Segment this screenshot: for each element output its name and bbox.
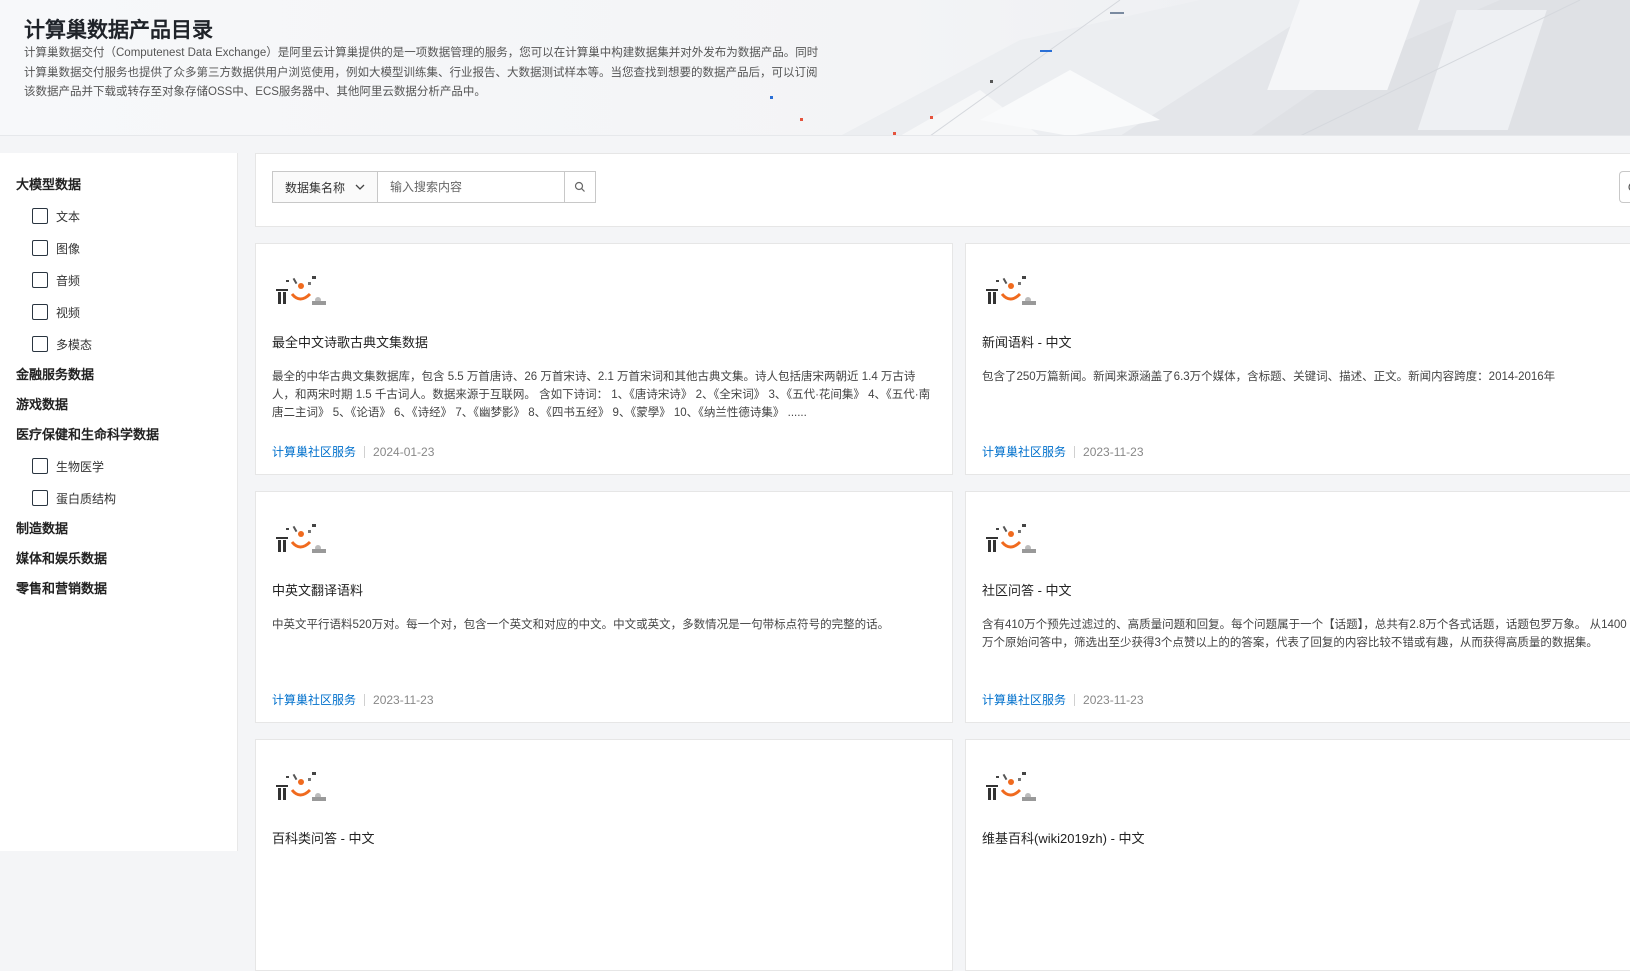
- dataset-card[interactable]: 新闻语料 - 中文 包含了250万篇新闻。新闻来源涵盖了6.3万个媒体，含标题、…: [965, 243, 1630, 475]
- card-description: 中英文平行语料520万对。每一个对，包含一个英文和对应的中文。中文或英文，多数情…: [272, 619, 890, 631]
- search-button[interactable]: [564, 171, 596, 203]
- dataset-card[interactable]: 社区问答 - 中文 含有410万个预先过滤过的、高质量问题和回复。每个问题属于一…: [965, 491, 1630, 723]
- publish-date: 2023-11-23: [1083, 444, 1144, 459]
- dataset-card[interactable]: 最全中文诗歌古典文集数据 最全的中华古典文集数据库，包含 5.5 万首唐诗、26…: [255, 243, 953, 475]
- card-meta: 计算巢社区服务 2024-01-23: [272, 443, 434, 460]
- provider-link[interactable]: 计算巢社区服务: [982, 691, 1066, 708]
- category-game-data[interactable]: 游戏数据: [0, 390, 237, 420]
- dataset-card[interactable]: 百科类问答 - 中文: [255, 739, 953, 971]
- dataset-card[interactable]: 中英文翻译语料 中英文平行语料520万对。每一个对，包含一个英文和对应的中文。中…: [255, 491, 953, 723]
- search-input[interactable]: [378, 171, 565, 203]
- card-description: 含有410万个预先过滤过的、高质量问题和回复。每个问题属于一个【话题】，总共有2…: [982, 619, 1627, 649]
- category-media-data[interactable]: 媒体和娱乐数据: [0, 544, 237, 574]
- dataset-logo-icon: [276, 276, 326, 305]
- card-description: 最全的中华古典文集数据库，包含 5.5 万首唐诗、26 万首宋诗、2.1 万首宋…: [272, 371, 931, 419]
- card-title[interactable]: 社区问答 - 中文: [982, 580, 1072, 599]
- category-manufacturing-data[interactable]: 制造数据: [0, 514, 237, 544]
- search-field-selected: 数据集名称: [285, 180, 346, 195]
- refresh-button[interactable]: [1619, 171, 1630, 203]
- dataset-logo-icon: [276, 524, 326, 553]
- filter-audio[interactable]: 音频: [0, 264, 237, 296]
- search-panel: 数据集名称: [255, 153, 1630, 227]
- card-title[interactable]: 维基百科(wiki2019zh) - 中文: [982, 828, 1145, 847]
- checkbox[interactable]: [32, 304, 48, 320]
- card-description: 包含了250万篇新闻。新闻来源涵盖了6.3万个媒体，含标题、关键词、描述、正文。…: [982, 371, 1556, 383]
- search-icon: [574, 181, 585, 192]
- publish-date: 2023-11-23: [1083, 692, 1144, 707]
- card-meta: 计算巢社区服务 2023-11-23: [272, 691, 434, 708]
- filter-multimodal[interactable]: 多模态: [0, 328, 237, 360]
- filter-text[interactable]: 文本: [0, 200, 237, 232]
- checkbox[interactable]: [32, 240, 48, 256]
- card-title[interactable]: 中英文翻译语料: [272, 580, 363, 599]
- checkbox[interactable]: [32, 336, 48, 352]
- filter-biomedical[interactable]: 生物医学: [0, 450, 237, 482]
- dataset-logo-icon: [276, 772, 326, 801]
- card-meta: 计算巢社区服务 2023-11-23: [982, 443, 1144, 460]
- page-title: 计算巢数据产品目录: [24, 19, 213, 42]
- publish-date: 2023-11-23: [373, 692, 434, 707]
- meta-divider: [1074, 445, 1076, 458]
- meta-divider: [364, 445, 366, 458]
- category-llm-data[interactable]: 大模型数据: [0, 170, 237, 200]
- category-sidebar: 大模型数据 文本 图像 音频 视频 多模态 金融服务数据 游戏数据 医疗保健和生…: [0, 153, 238, 851]
- filter-protein-structure[interactable]: 蛋白质结构: [0, 482, 237, 514]
- chevron-down-icon: [355, 184, 365, 190]
- category-healthcare-data[interactable]: 医疗保健和生命科学数据: [0, 420, 237, 450]
- refresh-icon: [1628, 183, 1630, 191]
- provider-link[interactable]: 计算巢社区服务: [982, 443, 1066, 460]
- provider-link[interactable]: 计算巢社区服务: [272, 691, 356, 708]
- dataset-card[interactable]: 维基百科(wiki2019zh) - 中文: [965, 739, 1630, 971]
- filter-image[interactable]: 图像: [0, 232, 237, 264]
- page-description: 计算巢数据交付（Computenest Data Exchange）是阿里云计算…: [24, 47, 819, 98]
- checkbox[interactable]: [32, 490, 48, 506]
- meta-divider: [364, 693, 366, 706]
- card-title[interactable]: 新闻语料 - 中文: [982, 332, 1072, 351]
- category-retail-data[interactable]: 零售和营销数据: [0, 574, 237, 604]
- publish-date: 2024-01-23: [373, 444, 435, 459]
- provider-link[interactable]: 计算巢社区服务: [272, 443, 356, 460]
- meta-divider: [1074, 693, 1076, 706]
- card-title[interactable]: 百科类问答 - 中文: [272, 828, 375, 847]
- checkbox[interactable]: [32, 458, 48, 474]
- dataset-logo-icon: [986, 276, 1036, 305]
- search-field-select[interactable]: 数据集名称: [272, 171, 378, 203]
- page-header-banner: 计算巢数据产品目录 计算巢数据交付（Computenest Data Excha…: [0, 0, 1630, 136]
- card-title[interactable]: 最全中文诗歌古典文集数据: [272, 332, 428, 351]
- checkbox[interactable]: [32, 208, 48, 224]
- filter-video[interactable]: 视频: [0, 296, 237, 328]
- dataset-logo-icon: [986, 772, 1036, 801]
- checkbox[interactable]: [32, 272, 48, 288]
- dataset-logo-icon: [986, 524, 1036, 553]
- category-finance-data[interactable]: 金融服务数据: [0, 360, 237, 390]
- card-meta: 计算巢社区服务 2023-11-23: [982, 691, 1144, 708]
